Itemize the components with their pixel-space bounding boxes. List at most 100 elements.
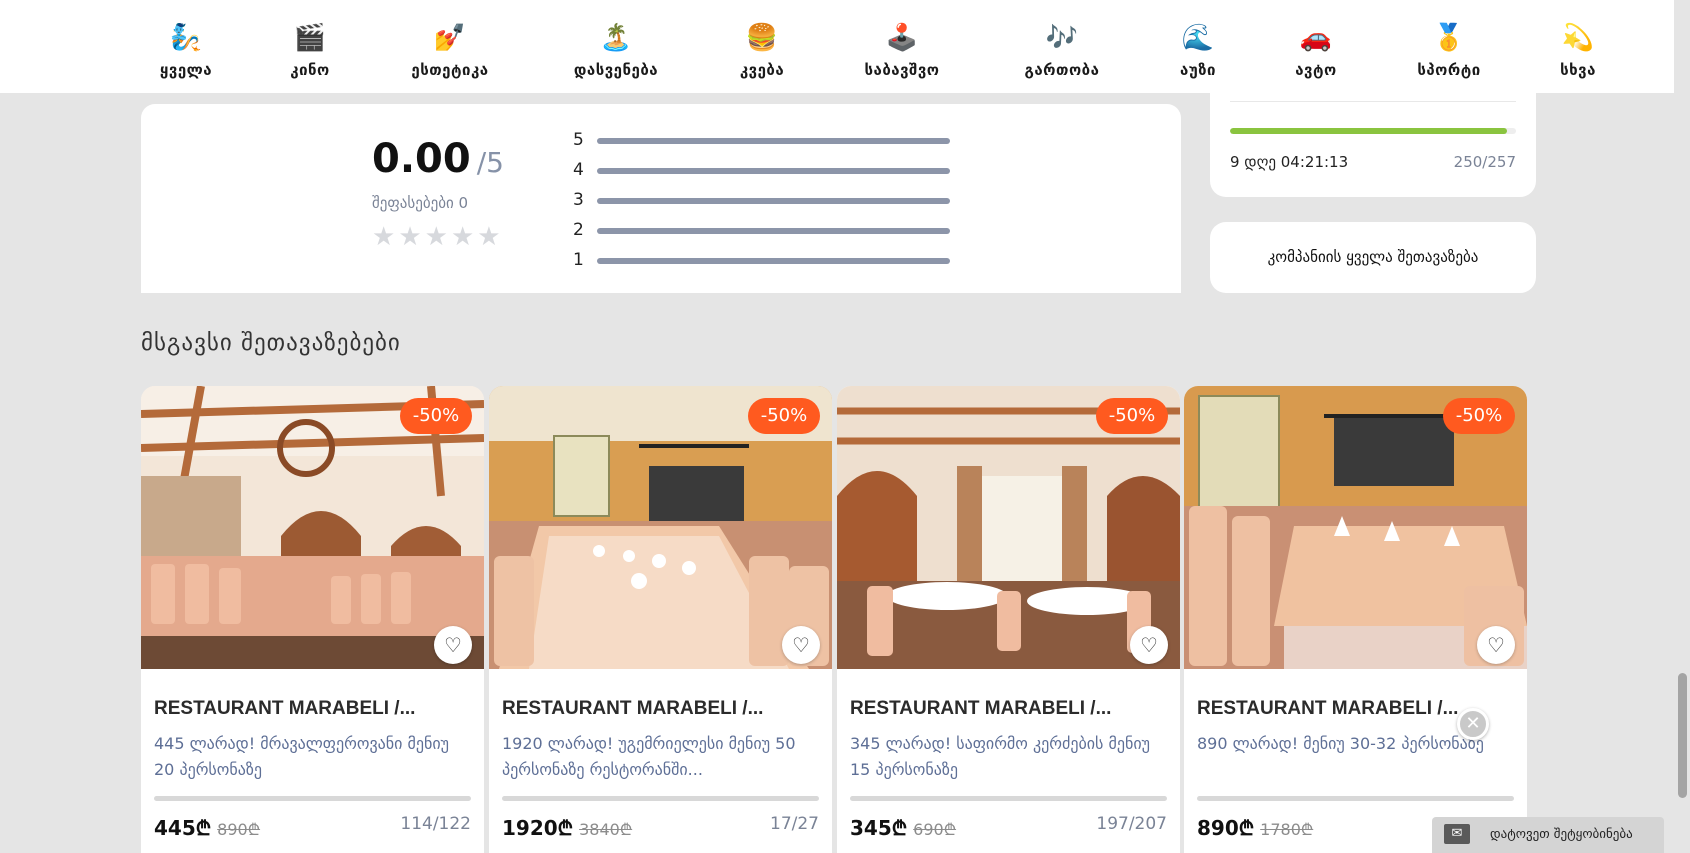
close-icon[interactable]: ✕ [1457, 708, 1489, 740]
category-label: ყველა [159, 61, 213, 79]
scrollbar-thumb[interactable] [1678, 673, 1687, 798]
discount-badge: -50% [748, 398, 820, 434]
offer-price: 445₾ 890₾ [154, 814, 260, 841]
page-scrollbar[interactable] [1674, 0, 1690, 853]
rating-level: 4 [573, 160, 584, 180]
category-food[interactable]: 🍔 კვება [692, 20, 832, 79]
rating-bar [597, 138, 950, 144]
category-cinema[interactable]: 🎬 კინო [240, 20, 380, 79]
category-kids[interactable]: 🕹️ საბავშვო [832, 20, 972, 79]
category-other[interactable]: 💫 სხვა [1508, 20, 1648, 79]
rating-bar [597, 198, 950, 204]
discount-badge: -50% [1443, 398, 1515, 434]
price-current: 890₾ [1197, 816, 1255, 840]
joystick-icon: 🕹️ [885, 23, 919, 53]
star-icon[interactable]: ★ [372, 222, 395, 252]
offer-progress [850, 796, 1167, 801]
star-icon[interactable]: ★ [451, 222, 474, 252]
category-label: კინო [290, 61, 330, 79]
leave-message-label: დატოვეთ შეტყობინება [1490, 827, 1633, 842]
offer-card[interactable]: -50% ♡ RESTAURANT MARABELI /... 345 ლარა… [837, 386, 1180, 853]
category-label: კვება [739, 61, 785, 79]
category-leisure[interactable]: 🏝️ დასვენება [546, 20, 686, 79]
leave-message-button[interactable]: ✉ დატოვეთ შეტყობინება [1432, 817, 1664, 853]
deal-timer-card: 9 დღე 04:21:13 250/257 [1210, 93, 1536, 197]
offer-name[interactable]: RESTAURANT MARABELI /... [850, 698, 1170, 720]
offer-name[interactable]: RESTAURANT MARABELI /... [502, 698, 822, 720]
clapper-icon: 🎬 [293, 23, 327, 53]
rating-bar [597, 258, 950, 264]
rating-level: 1 [573, 250, 584, 270]
offer-progress [154, 796, 471, 801]
offer-price: 890₾ 1780₾ [1197, 814, 1313, 841]
rating-score-value: 0.00 [372, 136, 471, 182]
offer-name[interactable]: RESTAURANT MARABELI /... [154, 698, 474, 720]
deal-progress-fill [1230, 128, 1508, 134]
category-label: სპორტი [1417, 61, 1481, 79]
category-all[interactable]: 🧞 ყველა [116, 20, 256, 79]
star-icon[interactable]: ★ [398, 222, 421, 252]
burger-icon: 🍔 [745, 23, 779, 53]
offer-sold-count: 114/122 [400, 814, 471, 834]
offer-sold-count: 197/207 [1096, 814, 1167, 834]
heart-icon[interactable]: ♡ [1477, 626, 1515, 664]
offer-price: 345₾ 690₾ [850, 814, 956, 841]
price-old: 690₾ [913, 820, 957, 839]
category-nav: 🧞 ყველა 🎬 კინო 💅 ესთეტიკა 🏝️ დასვენება 🍔… [0, 0, 1690, 93]
price-old: 1780₾ [1260, 820, 1314, 839]
medal-icon: 🥇 [1432, 23, 1466, 53]
discount-badge: -50% [1096, 398, 1168, 434]
similar-offers-title: მსგავსი შეთავაზებები [141, 330, 401, 356]
rating-stars[interactable]: ★ ★ ★ ★ ★ [372, 222, 504, 252]
price-current: 445₾ [154, 816, 212, 840]
category-label: სხვა [1560, 61, 1596, 79]
deal-progress [1230, 128, 1516, 134]
offer-card[interactable]: -50% ♡ RESTAURANT MARABELI /... 1920 ლარ… [489, 386, 832, 853]
heart-icon[interactable]: ♡ [434, 626, 472, 664]
price-old: 890₾ [217, 820, 261, 839]
rating-score: 0.00/5 [372, 136, 504, 182]
all-company-offers-button[interactable]: კომპანიის ყველა შეთავაზება [1210, 222, 1536, 293]
offer-progress [1197, 796, 1514, 801]
rating-level: 5 [573, 130, 584, 150]
price-current: 345₾ [850, 816, 908, 840]
category-label: გართობა [1024, 61, 1100, 79]
offer-image[interactable]: -50% ♡ [1184, 386, 1527, 669]
car-icon: 🚗 [1299, 23, 1333, 53]
offer-description[interactable]: 345 ლარად! საფირმო კერძების მენიუ 15 პერ… [850, 731, 1170, 783]
category-auto[interactable]: 🚗 ავტო [1246, 20, 1386, 79]
offer-progress [502, 796, 819, 801]
rating-level: 3 [573, 190, 584, 210]
offer-card[interactable]: -50% ♡ RESTAURANT MARABELI /... 890 ლარა… [1184, 386, 1527, 853]
divider [1230, 101, 1516, 102]
heart-icon[interactable]: ♡ [1130, 626, 1168, 664]
offer-image[interactable]: -50% ♡ [489, 386, 832, 669]
rating-bar [597, 228, 950, 234]
category-sport[interactable]: 🥇 სპორტი [1379, 20, 1519, 79]
price-current: 1920₾ [502, 816, 574, 840]
category-entertainment[interactable]: 🎶 გართობა [992, 20, 1132, 79]
offer-description[interactable]: 445 ლარად! მრავალფეროვანი მენიუ 20 პერსო… [154, 731, 474, 783]
offer-description[interactable]: 1920 ლარად! უგემრიელესი მენიუ 50 პერსონა… [502, 731, 822, 783]
rating-score-max: /5 [476, 146, 504, 179]
envelope-icon: ✉ [1444, 824, 1470, 844]
category-label: საბავშვო [864, 61, 940, 79]
rating-count: შეფასებები 0 [372, 194, 469, 212]
star-icon[interactable]: ★ [425, 222, 448, 252]
rating-bar [597, 168, 950, 174]
island-icon: 🏝️ [599, 23, 633, 53]
time-remaining: 9 დღე 04:21:13 [1230, 153, 1349, 171]
sold-count: 250/257 [1453, 153, 1516, 171]
offer-image[interactable]: -50% ♡ [141, 386, 484, 669]
rating-level: 2 [573, 220, 584, 240]
category-label: ესთეტიკა [411, 61, 489, 79]
category-beauty[interactable]: 💅 ესთეტიკა [380, 20, 520, 79]
heart-icon[interactable]: ♡ [782, 626, 820, 664]
discount-badge: -50% [400, 398, 472, 434]
offer-card[interactable]: -50% ♡ RESTAURANT MARABELI /... 445 ლარა… [141, 386, 484, 853]
offer-image[interactable]: -50% ♡ [837, 386, 1180, 669]
star-icon[interactable]: ★ [477, 222, 500, 252]
offer-sold-count: 17/27 [770, 814, 819, 834]
category-label: ავტო [1295, 61, 1337, 79]
category-label: დასვენება [573, 61, 659, 79]
